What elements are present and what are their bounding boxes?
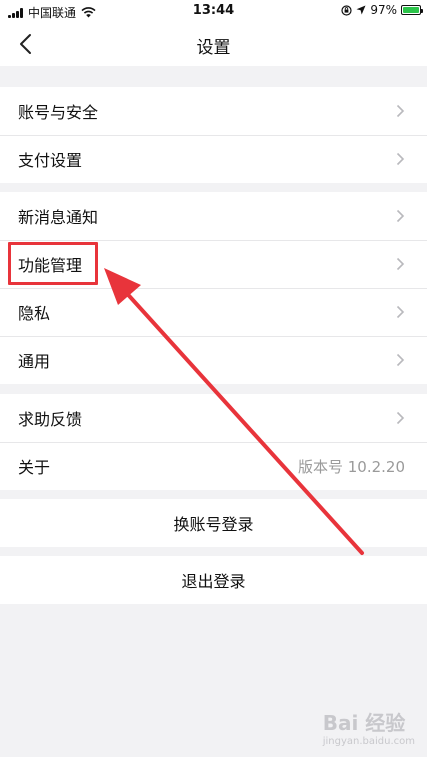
settings-item-feedback[interactable]: 求助反馈 (0, 394, 427, 442)
settings-group-general: 新消息通知 功能管理 隐私 通用 (0, 192, 427, 384)
settings-item-account-security[interactable]: 账号与安全 (0, 87, 427, 135)
highlight-box (8, 242, 98, 285)
settings-item-payment[interactable]: 支付设置 (0, 135, 427, 183)
settings-item-label: 关于 (18, 458, 51, 477)
watermark-url: jingyan.baidu.com (322, 736, 415, 747)
status-bar: 中国联通 13:44 97% (0, 0, 427, 22)
settings-item-label: 通用 (18, 352, 51, 371)
chevron-right-icon (396, 104, 405, 118)
battery-percent: 97% (370, 3, 397, 17)
version-value: 版本号 10.2.20 (297, 458, 405, 476)
status-right: 97% (341, 3, 423, 17)
settings-item-about[interactable]: 关于 版本号 10.2.20 (0, 442, 427, 490)
battery-icon (401, 5, 423, 15)
settings-item-privacy[interactable]: 隐私 (0, 288, 427, 336)
settings-item-label: 支付设置 (18, 151, 83, 170)
settings-group-account: 账号与安全 支付设置 (0, 87, 427, 183)
chevron-right-icon (396, 411, 405, 425)
watermark-text: Bai 经验 (322, 711, 406, 735)
chevron-right-icon (396, 353, 405, 367)
switch-account-label: 换账号登录 (173, 515, 254, 534)
settings-item-label: 隐私 (18, 304, 51, 323)
location-icon (356, 5, 366, 15)
switch-account-button[interactable]: 换账号登录 (0, 499, 427, 547)
watermark: Bai 经验 jingyan.baidu.com (323, 707, 415, 747)
logout-button[interactable]: 退出登录 (0, 556, 427, 604)
settings-item-general[interactable]: 通用 (0, 336, 427, 384)
chevron-right-icon (396, 152, 405, 166)
settings-item-label: 账号与安全 (18, 103, 99, 122)
settings-group-help: 求助反馈 关于 版本号 10.2.20 (0, 394, 427, 490)
settings-item-notifications[interactable]: 新消息通知 (0, 192, 427, 240)
chevron-right-icon (396, 305, 405, 319)
page-title: 设置 (196, 38, 231, 58)
chevron-right-icon (396, 257, 405, 271)
orientation-lock-icon (341, 4, 352, 16)
chevron-right-icon (396, 209, 405, 223)
nav-bar: 设置 (0, 22, 427, 66)
settings-item-label: 新消息通知 (18, 208, 99, 227)
logout-label: 退出登录 (181, 572, 246, 591)
settings-item-label: 求助反馈 (18, 410, 83, 429)
